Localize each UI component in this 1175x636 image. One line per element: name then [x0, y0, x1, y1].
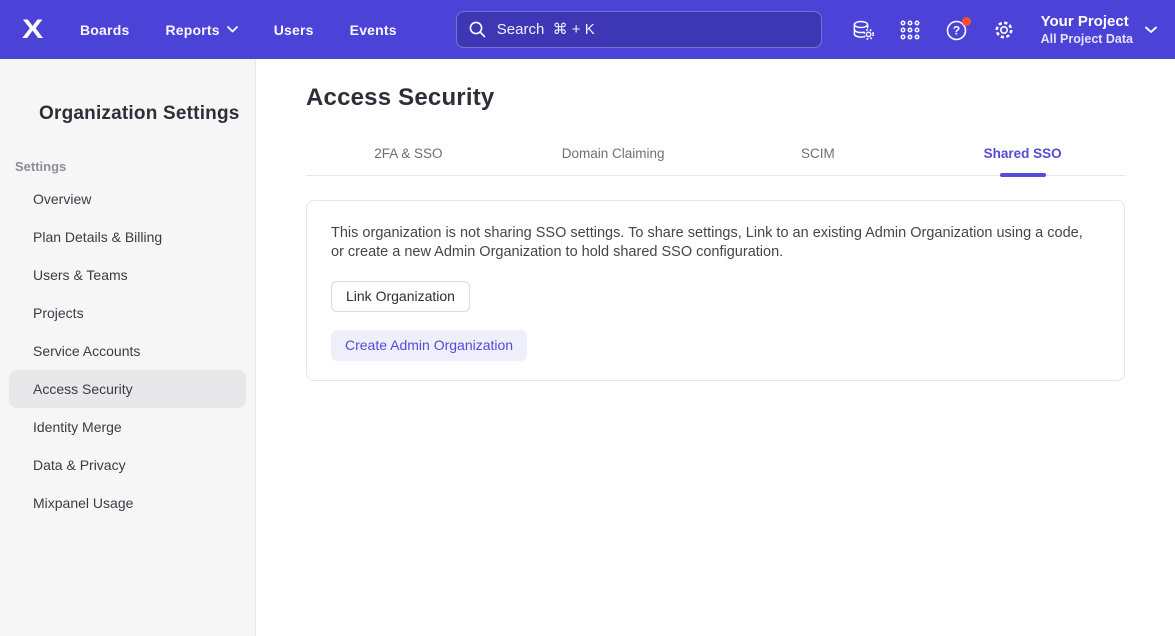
sidebar-item-list: Overview Plan Details & Billing Users & …	[0, 180, 255, 522]
nav-item-label: Users	[274, 22, 314, 38]
shared-sso-description: This organization is not sharing SSO set…	[331, 224, 1097, 263]
sidebar-item-identity-merge[interactable]: Identity Merge	[9, 408, 246, 446]
settings-button[interactable]	[986, 11, 1023, 48]
primary-nav: Boards Reports Users Events	[80, 22, 397, 38]
settings-sidebar: Organization Settings Settings Overview …	[0, 59, 256, 636]
link-organization-button[interactable]: Link Organization	[331, 281, 470, 312]
mixpanel-logo-icon[interactable]: X	[12, 14, 52, 45]
top-navigation-bar: X Boards Reports Users Events	[0, 0, 1175, 59]
apps-grid-button[interactable]	[892, 11, 929, 48]
top-nav-actions: ? Your Project All Project Data	[845, 11, 1175, 48]
sidebar-section-label: Settings	[15, 159, 255, 174]
search-icon	[468, 20, 487, 39]
tab-bar: 2FA & SSO Domain Claiming SCIM Shared SS…	[306, 132, 1125, 176]
svg-text:?: ?	[953, 23, 960, 37]
page-title: Access Security	[306, 84, 1175, 112]
nav-item-label: Boards	[80, 22, 129, 38]
sidebar-item-projects[interactable]: Projects	[9, 294, 246, 332]
project-name: Your Project	[1041, 13, 1133, 32]
global-search	[456, 11, 822, 48]
nav-item-label: Reports	[165, 22, 219, 38]
sidebar-item-access-security[interactable]: Access Security	[9, 370, 246, 408]
project-scope: All Project Data	[1041, 32, 1133, 46]
sidebar-item-plan-details-billing[interactable]: Plan Details & Billing	[9, 218, 246, 256]
create-admin-organization-row: Create Admin Organization	[331, 330, 1100, 361]
help-button[interactable]: ?	[939, 11, 976, 48]
sidebar-item-overview[interactable]: Overview	[9, 180, 246, 218]
chevron-down-icon	[1145, 26, 1157, 34]
nav-item-reports[interactable]: Reports	[165, 22, 237, 38]
data-management-button[interactable]	[845, 11, 882, 48]
notification-dot	[962, 17, 971, 26]
main-content: Access Security 2FA & SSO Domain Claimin…	[256, 59, 1175, 636]
nav-item-boards[interactable]: Boards	[80, 22, 129, 38]
chevron-down-icon	[227, 26, 238, 33]
sidebar-item-users-teams[interactable]: Users & Teams	[9, 256, 246, 294]
sidebar-item-data-privacy[interactable]: Data & Privacy	[9, 446, 246, 484]
tab-scim[interactable]: SCIM	[716, 132, 921, 175]
nav-item-events[interactable]: Events	[350, 22, 397, 38]
nine-dot-grid-icon	[899, 19, 921, 41]
shared-sso-card: This organization is not sharing SSO set…	[306, 200, 1125, 381]
link-organization-row: Link Organization	[331, 281, 1100, 312]
tab-2fa-sso[interactable]: 2FA & SSO	[306, 132, 511, 175]
sidebar-item-mixpanel-usage[interactable]: Mixpanel Usage	[9, 484, 246, 522]
gear-icon	[992, 18, 1016, 42]
tab-domain-claiming[interactable]: Domain Claiming	[511, 132, 716, 175]
active-tab-indicator	[1000, 173, 1046, 177]
sidebar-title: Organization Settings	[39, 103, 255, 125]
nav-item-label: Events	[350, 22, 397, 38]
search-input[interactable]	[456, 11, 822, 48]
sidebar-item-service-accounts[interactable]: Service Accounts	[9, 332, 246, 370]
database-gear-icon	[850, 18, 876, 42]
nav-item-users[interactable]: Users	[274, 22, 314, 38]
project-switcher[interactable]: Your Project All Project Data	[1041, 13, 1161, 46]
tab-label: Shared SSO	[984, 146, 1062, 161]
create-admin-organization-button[interactable]: Create Admin Organization	[331, 330, 527, 361]
tab-shared-sso[interactable]: Shared SSO	[920, 132, 1125, 175]
